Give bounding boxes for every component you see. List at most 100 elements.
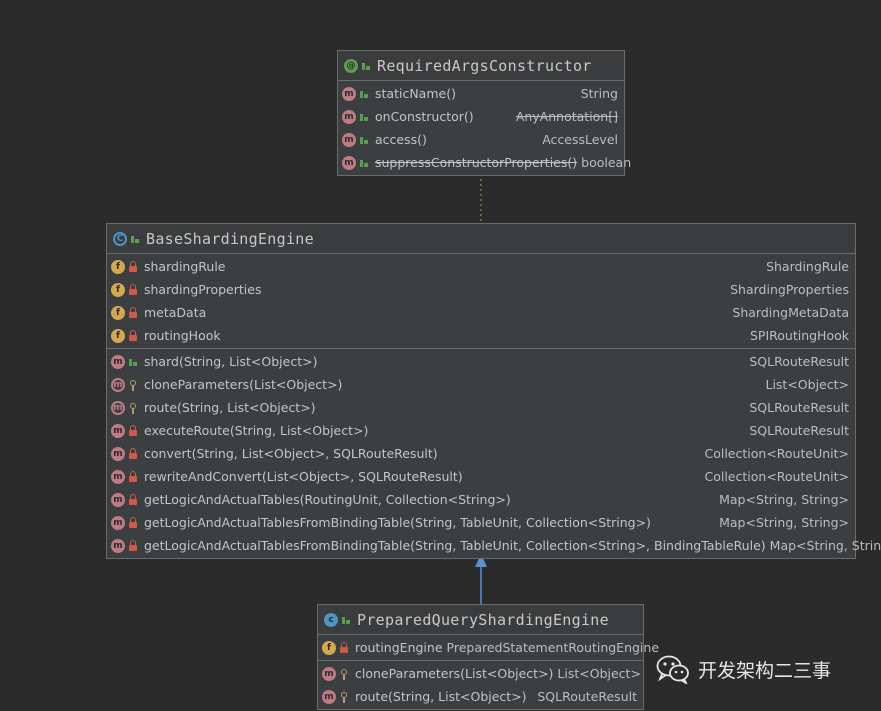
method-type-deprecated: AnyAnnotation[] <box>515 109 618 124</box>
private-icon <box>128 260 138 273</box>
prepared-query-sharding-engine-box[interactable]: c PreparedQueryShardingEngine f routingE… <box>317 604 659 710</box>
method-name: getLogicAndActualTablesFromBindingTable(… <box>144 515 651 530</box>
method-row[interactable]: m access() AccessLevel <box>338 128 624 151</box>
private-icon <box>128 470 138 483</box>
method-icon: m <box>111 492 125 507</box>
private-icon <box>128 329 138 342</box>
method-type: Collection<RouteUnit> <box>704 469 849 484</box>
method-row[interactable]: m executeRoute(String, List<Object>) SQL… <box>107 419 855 442</box>
private-icon <box>128 283 138 296</box>
field-row[interactable]: f routingEngine PreparedStatementRouting… <box>318 636 659 659</box>
method-type: SQLRouteResult <box>749 400 849 415</box>
final-field-icon: f <box>111 282 125 297</box>
method-icon: m <box>322 666 336 681</box>
method-name: cloneParameters(List<Object>) <box>355 666 554 681</box>
method-row[interactable]: m rewriteAndConvert(List<Object>, SQLRou… <box>107 465 855 488</box>
watermark: 开发架构二三事 <box>656 654 831 684</box>
method-icon: m <box>322 689 336 704</box>
method-name: route(String, List<Object>) <box>144 400 316 415</box>
method-icon: m <box>111 354 125 369</box>
method-icon: m <box>111 469 125 484</box>
field-type: ShardingRule <box>766 259 849 274</box>
method-row[interactable]: m onConstructor() AnyAnnotation[] <box>338 105 624 128</box>
field-row[interactable]: f shardingProperties ShardingProperties <box>107 278 855 301</box>
final-field-icon: f <box>111 328 125 343</box>
method-icon: m <box>342 86 356 101</box>
required-args-constructor-title: RequiredArgsConstructor <box>377 56 592 75</box>
methods-section: m cloneParameters(List<Object>) List<Obj… <box>318 661 643 709</box>
prepared-query-sharding-engine-title: PreparedQueryShardingEngine <box>357 610 609 629</box>
private-icon <box>128 493 138 506</box>
method-row[interactable]: m route(String, List<Object>) SQLRouteRe… <box>318 685 643 708</box>
method-row[interactable]: m getLogicAndActualTables(RoutingUnit, C… <box>107 488 855 511</box>
class-icon: c <box>324 612 338 627</box>
protected-icon <box>339 691 349 703</box>
method-type: List<Object> <box>557 666 641 681</box>
method-icon: m <box>111 446 125 461</box>
method-icon: m <box>342 155 356 170</box>
method-row[interactable]: m route(String, List<Object>) SQLRouteRe… <box>107 396 855 419</box>
method-type: SQLRouteResult <box>537 689 637 704</box>
field-name: routingHook <box>144 328 221 343</box>
method-row[interactable]: m cloneParameters(List<Object>) List<Obj… <box>107 373 855 396</box>
final-field-icon: f <box>111 305 125 320</box>
wechat-icon <box>656 655 689 684</box>
field-name: metaData <box>144 305 207 320</box>
method-row[interactable]: m getLogicAndActualTablesFromBindingTabl… <box>107 534 881 557</box>
method-type: AccessLevel <box>542 132 618 147</box>
method-name-deprecated: suppressConstructorProperties() <box>375 155 578 170</box>
public-icon <box>359 134 369 146</box>
private-icon <box>128 447 138 460</box>
method-row[interactable]: m convert(String, List<Object>, SQLRoute… <box>107 442 855 465</box>
public-icon <box>359 88 369 100</box>
private-icon <box>128 306 138 319</box>
method-icon: m <box>111 423 125 438</box>
method-type: SQLRouteResult <box>749 354 849 369</box>
field-type: ShardingMetaData <box>732 305 849 320</box>
method-name: getLogicAndActualTablesFromBindingTable(… <box>144 538 766 553</box>
annotation-methods-section: m staticName() String m onConstructor() … <box>338 81 631 175</box>
method-type: Map<String, String> <box>719 515 849 530</box>
method-icon: m <box>342 132 356 147</box>
private-icon <box>339 641 349 654</box>
method-type: List<Object> <box>765 377 849 392</box>
private-icon <box>128 539 138 552</box>
field-row[interactable]: f routingHook SPIRoutingHook <box>107 324 855 347</box>
method-name: cloneParameters(List<Object>) <box>144 377 343 392</box>
method-type: SQLRouteResult <box>749 423 849 438</box>
method-type: Collection<RouteUnit> <box>704 446 849 461</box>
base-sharding-engine-box[interactable]: C BaseShardingEngine f shardingRule Shar… <box>106 223 881 559</box>
field-type: SPIRoutingHook <box>749 328 849 343</box>
method-row[interactable]: m suppressConstructorProperties() boolea… <box>338 151 631 174</box>
fields-section: f routingEngine PreparedStatementRouting… <box>318 635 659 661</box>
method-row[interactable]: m getLogicAndActualTablesFromBindingTabl… <box>107 511 855 534</box>
method-name: shard(String, List<Object>) <box>144 354 318 369</box>
method-name: executeRoute(String, List<Object>) <box>144 423 369 438</box>
required-args-constructor-header: @ RequiredArgsConstructor <box>338 51 624 81</box>
required-args-constructor-box[interactable]: @ RequiredArgsConstructor m staticName()… <box>337 50 631 176</box>
public-icon <box>341 614 351 626</box>
method-name: route(String, List<Object>) <box>355 689 527 704</box>
methods-section: m shard(String, List<Object>) SQLRouteRe… <box>107 349 881 558</box>
method-row[interactable]: m cloneParameters(List<Object>) List<Obj… <box>318 662 643 685</box>
abstract-method-icon: m <box>111 400 125 415</box>
method-name: rewriteAndConvert(List<Object>, SQLRoute… <box>144 469 463 484</box>
method-icon: m <box>342 109 356 124</box>
protected-icon <box>128 379 138 391</box>
method-row[interactable]: m shard(String, List<Object>) SQLRouteRe… <box>107 350 855 373</box>
final-field-icon: f <box>322 640 336 655</box>
fields-section: f shardingRule ShardingRule f shardingPr… <box>107 254 855 349</box>
method-icon: m <box>111 515 125 530</box>
field-row[interactable]: f metaData ShardingMetaData <box>107 301 855 324</box>
method-type: String <box>580 86 618 101</box>
field-name: routingEngine <box>355 640 443 655</box>
field-row[interactable]: f shardingRule ShardingRule <box>107 255 855 278</box>
protected-icon <box>128 402 138 414</box>
private-icon <box>128 516 138 529</box>
method-row[interactable]: m staticName() String <box>338 82 624 105</box>
base-sharding-engine-title: BaseShardingEngine <box>146 229 314 248</box>
method-type: Map<String, String> <box>719 492 849 507</box>
abstract-method-icon: m <box>111 377 125 392</box>
public-icon <box>361 60 371 72</box>
method-name: staticName() <box>375 86 456 101</box>
